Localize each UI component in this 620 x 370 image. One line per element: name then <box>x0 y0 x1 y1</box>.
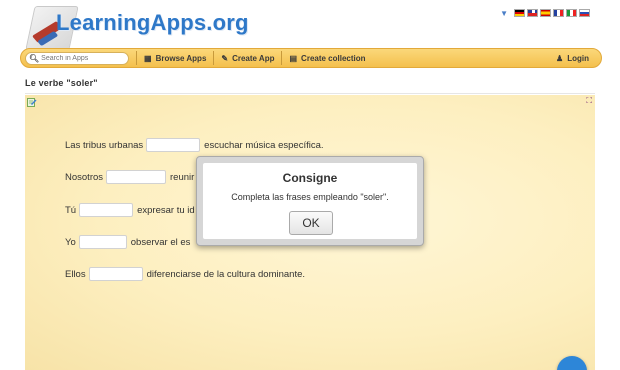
sentence-before: Tú <box>65 204 77 216</box>
page-title: Le verbe "soler" <box>25 78 98 88</box>
sentence-row: Las tribus urbanas escuchar música espec… <box>65 138 324 152</box>
sentence-after: escuchar música específica. <box>204 139 324 151</box>
help-button[interactable] <box>557 356 587 370</box>
edit-app-icon[interactable] <box>27 97 37 107</box>
sentence-before: Yo <box>65 236 76 248</box>
logo-text: LearningApps.org <box>56 10 249 35</box>
user-icon: ♟ <box>556 53 564 63</box>
sentence-before: Ellos <box>65 268 86 280</box>
sentence-row: Nosotros reunir <box>65 170 194 184</box>
browse-apps-label: Browse Apps <box>155 53 207 63</box>
ru-flag-icon[interactable] <box>579 9 590 17</box>
dialog-body: Consigne Completa las frases empleando "… <box>203 163 417 239</box>
ok-button[interactable]: OK <box>289 211 333 235</box>
sentence-before: Nosotros <box>65 171 104 183</box>
gb-flag-icon[interactable] <box>527 9 538 17</box>
sentence-after: expresar tu id <box>137 204 195 216</box>
create-collection-label: Create collection <box>301 53 366 63</box>
browse-apps-button[interactable]: ▦ Browse Apps <box>144 54 206 63</box>
create-collection-button[interactable]: ▤ Create collection <box>289 54 365 63</box>
collection-icon: ▤ <box>289 53 298 63</box>
answer-field[interactable] <box>106 170 167 184</box>
instruction-dialog: Consigne Completa las frases empleando "… <box>196 156 424 246</box>
nav-divider <box>281 51 283 65</box>
answer-field[interactable] <box>79 203 134 217</box>
sentence-after: reunir <box>170 171 195 183</box>
login-button[interactable]: ♟ Login <box>556 54 589 63</box>
login-label: Login <box>567 53 589 63</box>
search-icon: 🔍︎ <box>29 53 40 63</box>
de-flag-icon[interactable] <box>514 9 525 17</box>
sentence-row: Ellos diferenciarse de la cultura domina… <box>65 267 305 281</box>
sentence-after: observar el es <box>130 236 191 248</box>
title-divider <box>25 93 595 94</box>
answer-field[interactable] <box>78 235 127 249</box>
it-flag-icon[interactable] <box>566 9 577 17</box>
sentence-row: Tú expresar tu id <box>65 203 195 217</box>
answer-field[interactable] <box>146 138 201 152</box>
fr-flag-icon[interactable] <box>553 9 564 17</box>
nav-divider <box>213 51 215 65</box>
language-selector[interactable]: ▼ <box>500 7 590 19</box>
logo[interactable]: LearningApps.org <box>20 0 248 50</box>
nav-divider <box>136 51 137 65</box>
create-app-label: Create App <box>232 53 275 63</box>
grid-icon: ▦ <box>144 53 152 63</box>
chevron-down-icon[interactable]: ▼ <box>500 9 508 18</box>
sentence-row: Yo observar el es <box>65 235 190 249</box>
fullscreen-icon[interactable]: ⛶ <box>586 97 592 105</box>
answer-field[interactable] <box>88 267 143 281</box>
sentence-after: diferenciarse de la cultura dominante. <box>146 268 306 280</box>
sentence-before: Las tribus urbanas <box>65 139 144 151</box>
main-navbar: 🔍︎ ▦ Browse Apps ✎ Create App ▤ Create c… <box>20 48 602 68</box>
dialog-message: Completa las frases empleando "soler". <box>231 192 389 202</box>
create-app-button[interactable]: ✎ Create App <box>221 54 274 63</box>
pencil-icon: ✎ <box>221 53 229 63</box>
es-flag-icon[interactable] <box>540 9 551 17</box>
search-input[interactable] <box>41 54 130 62</box>
search-box[interactable]: 🔍︎ <box>25 51 130 65</box>
dialog-title: Consigne <box>282 171 338 185</box>
